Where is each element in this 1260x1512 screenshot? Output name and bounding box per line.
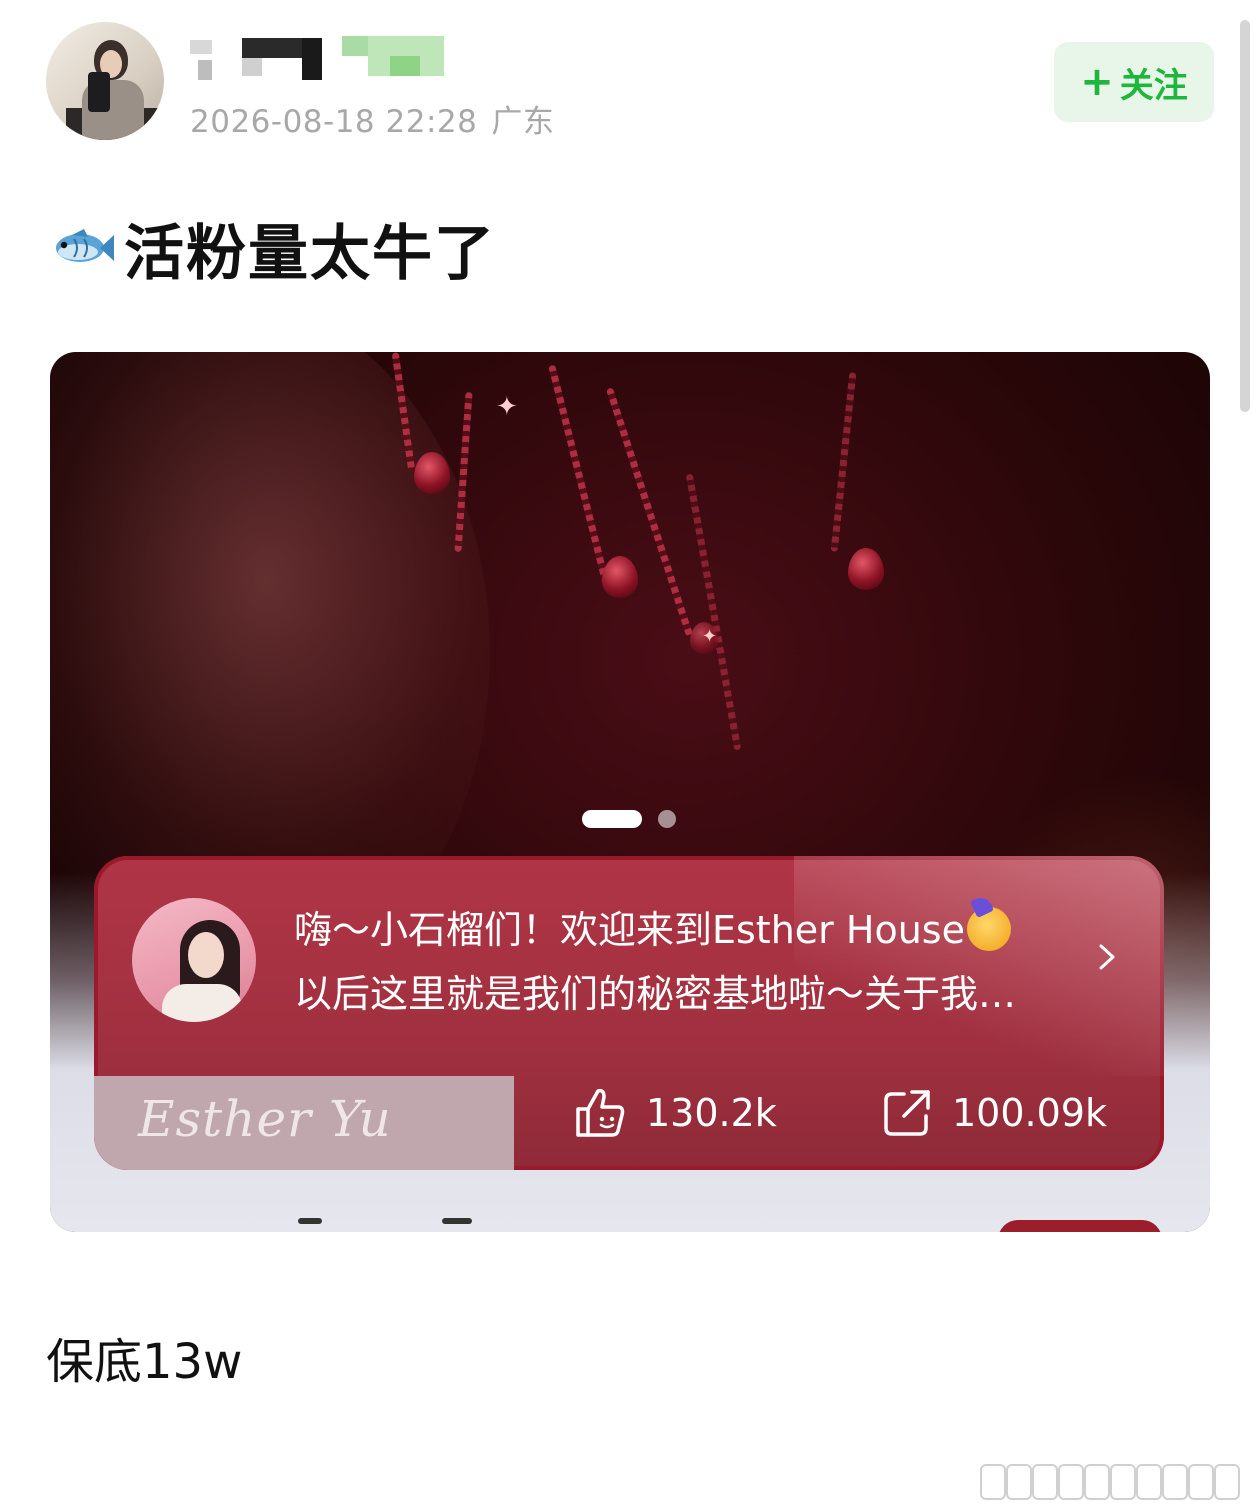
follow-button-label: 关注 [1119, 65, 1188, 106]
partying-face-icon [966, 907, 1011, 951]
post-title-text: 活粉量太牛了 [124, 218, 496, 289]
card-avatar[interactable] [132, 898, 256, 1022]
ruby-drop [602, 556, 638, 598]
peek-pill [998, 1220, 1162, 1232]
carousel-dot-active[interactable] [582, 810, 642, 828]
ruby-drop [414, 452, 450, 494]
fish-icon [56, 229, 114, 262]
watermark-blur [980, 1458, 1250, 1502]
share-stat[interactable]: 100.09k [880, 1078, 1107, 1148]
post-timestamp: 2026-08-18 22:28 [190, 104, 478, 140]
like-count: 130.2k [646, 1091, 777, 1135]
plus-icon: + [1080, 59, 1114, 105]
card-intro-line-2: 以后这里就是我们的秘密基地啦～关于我… [294, 972, 1017, 1016]
necklace-strand [548, 364, 611, 590]
post-header: 2026-08-18 22:28 广东 + 关注 [0, 0, 1260, 170]
sparkle: ✦ [702, 626, 718, 647]
post-caption: 保底13w [46, 1334, 243, 1390]
peek-mark [442, 1218, 472, 1224]
necklace-strand [605, 387, 694, 637]
ruby-drop [848, 548, 884, 590]
card-avatar-body [162, 984, 242, 1022]
username-redacted[interactable] [190, 36, 460, 82]
post-meta: 2026-08-18 22:28 广东 [190, 96, 554, 141]
carousel-indicator [582, 810, 676, 828]
scrollbar-thumb[interactable] [1240, 20, 1250, 412]
share-icon [884, 1090, 930, 1136]
avatar-phone [88, 72, 110, 112]
share-count: 100.09k [952, 1091, 1107, 1135]
signature-tab-curve [474, 1076, 514, 1170]
necklace-strand [685, 473, 742, 751]
post-title: 活粉量太牛了 [50, 208, 496, 289]
thumbs-up-icon [576, 1088, 625, 1137]
post-location: 广东 [491, 104, 555, 140]
peek-mark [298, 1218, 322, 1224]
follow-button[interactable]: + 关注 [1054, 42, 1214, 122]
card-intro-text[interactable]: 嗨～小石榴们！欢迎来到Esther House 以后这里就是我们的秘密基地啦～关… [294, 898, 1094, 1026]
profile-card[interactable]: 嗨～小石榴们！欢迎来到Esther House 以后这里就是我们的秘密基地啦～关… [94, 856, 1164, 1170]
chevron-right-icon[interactable] [1092, 942, 1122, 972]
user-avatar[interactable] [46, 22, 164, 140]
carousel-dot[interactable] [658, 810, 676, 828]
scrollbar[interactable] [1240, 20, 1250, 412]
media-bottom-edge [50, 1212, 1210, 1232]
necklace-strand [830, 372, 857, 552]
signature-tab: Esther Yu [94, 1076, 514, 1170]
sparkle: ✦ [496, 392, 518, 422]
signature-text: Esther Yu [138, 1090, 392, 1148]
like-stat[interactable]: 130.2k [572, 1078, 777, 1148]
card-avatar-face [188, 932, 224, 978]
card-intro-line-1: 嗨～小石榴们！欢迎来到Esther House [294, 908, 965, 952]
post-image-carousel[interactable]: ✦ ✦ 嗨～小石榴们！欢迎来到Esther House 以后这里就是我们的秘密基… [50, 352, 1210, 1232]
